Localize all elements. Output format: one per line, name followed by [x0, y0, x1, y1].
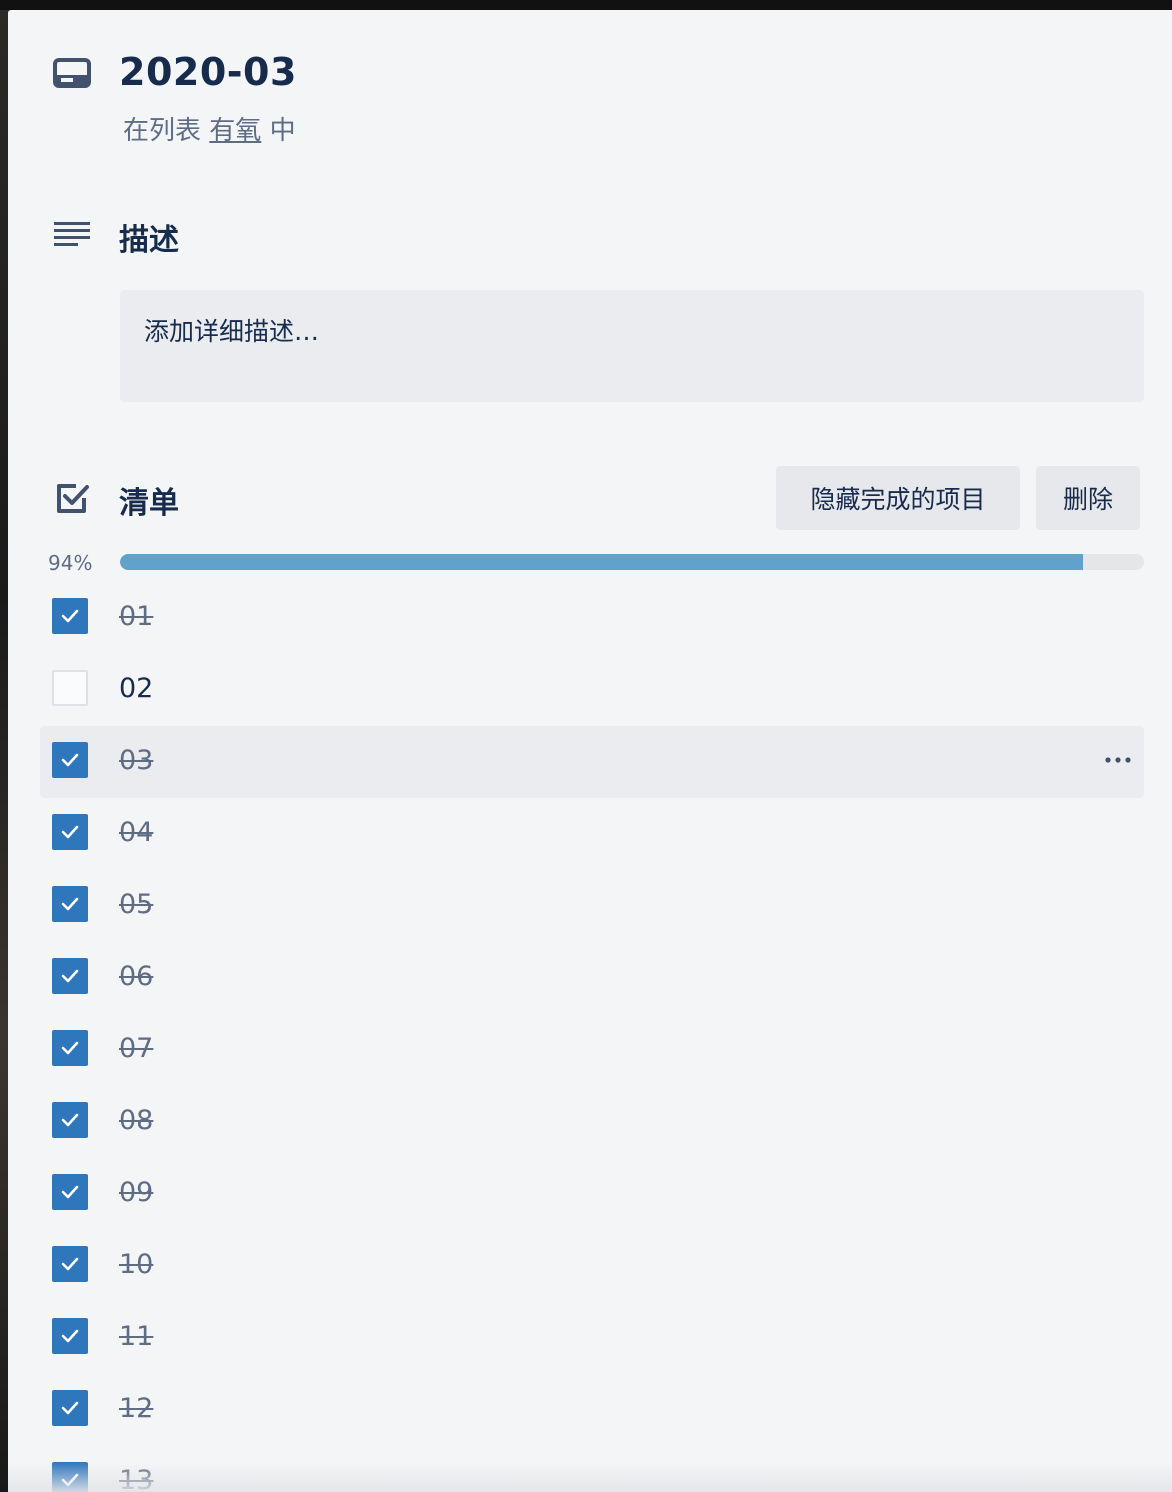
checklist-item-label[interactable]: 01	[119, 599, 153, 635]
card-list-info: 在列表 有氧 中	[123, 110, 296, 147]
checklist-item-label[interactable]: 13	[119, 1463, 153, 1492]
checkbox-checked[interactable]	[52, 742, 88, 778]
checklist-item-label[interactable]: 11	[119, 1319, 153, 1355]
checklist-item-label[interactable]: 03	[119, 743, 153, 779]
checkbox-checked[interactable]	[52, 1246, 88, 1282]
card-icon	[52, 54, 92, 94]
progress-percent: 94%	[48, 551, 93, 575]
check-icon	[61, 753, 79, 767]
checklist-item[interactable]: 04	[40, 798, 1144, 870]
checkbox-checked[interactable]	[52, 598, 88, 634]
more-options-icon[interactable]	[1104, 746, 1132, 774]
checklist-item-label[interactable]: 12	[119, 1391, 153, 1427]
checkbox-checked[interactable]	[52, 814, 88, 850]
checkbox-checked[interactable]	[52, 1318, 88, 1354]
check-icon	[61, 1185, 79, 1199]
check-icon	[61, 969, 79, 983]
check-icon	[61, 609, 79, 623]
check-icon	[61, 1113, 79, 1127]
checklist-item[interactable]: 11	[40, 1302, 1144, 1374]
window-top-edge	[0, 0, 1172, 10]
check-icon	[61, 897, 79, 911]
checkbox-unchecked[interactable]	[52, 670, 88, 706]
checklist-item-label[interactable]: 06	[119, 959, 153, 995]
checklist-item-label[interactable]: 02	[119, 671, 153, 707]
check-icon	[61, 1257, 79, 1271]
checklist-item[interactable]: 13	[40, 1446, 1144, 1492]
list-suffix: 中	[269, 116, 296, 146]
check-icon	[61, 1041, 79, 1055]
check-icon	[61, 1401, 79, 1415]
checkbox-checked[interactable]	[52, 958, 88, 994]
checklist-item-label[interactable]: 10	[119, 1247, 153, 1283]
progress-bar-fill	[120, 554, 1083, 570]
checklist-item[interactable]: 01	[40, 582, 1144, 654]
hide-completed-button[interactable]: 隐藏完成的项目	[776, 466, 1020, 530]
checklist-item[interactable]: 07	[40, 1014, 1144, 1086]
description-input[interactable]: 添加详细描述…	[120, 290, 1144, 402]
card-detail-panel: 2020-03 在列表 有氧 中 描述 添加详细描述… 清单 隐藏完成的项目 删…	[8, 10, 1172, 1492]
checkbox-checked[interactable]	[52, 1102, 88, 1138]
checklist-item[interactable]: 02	[40, 654, 1144, 726]
check-icon	[61, 1473, 79, 1487]
description-heading: 描述	[119, 223, 179, 258]
checklist-heading[interactable]: 清单	[119, 478, 179, 522]
check-icon	[61, 1329, 79, 1343]
checklist-item-label[interactable]: 05	[119, 887, 153, 923]
checklist-item[interactable]: 03	[40, 726, 1144, 798]
checklist-item[interactable]: 10	[40, 1230, 1144, 1302]
checklist-item-label[interactable]: 04	[119, 815, 153, 851]
checkbox-checked[interactable]	[52, 1174, 88, 1210]
check-icon	[61, 825, 79, 839]
checklist-item[interactable]: 06	[40, 942, 1144, 1014]
checkbox-checked[interactable]	[52, 886, 88, 922]
checklist-icon	[52, 478, 92, 518]
checkbox-checked[interactable]	[52, 1390, 88, 1426]
list-prefix: 在列表	[123, 116, 202, 146]
list-name-link[interactable]: 有氧	[209, 116, 261, 146]
checklist-item[interactable]: 09	[40, 1158, 1144, 1230]
checkbox-checked[interactable]	[52, 1462, 88, 1492]
card-title[interactable]: 2020-03	[119, 50, 297, 94]
checkbox-checked[interactable]	[52, 1030, 88, 1066]
checklist-item-label[interactable]: 07	[119, 1031, 153, 1067]
checklist-item-label[interactable]: 09	[119, 1175, 153, 1211]
progress-bar	[120, 554, 1144, 570]
checklist-item-label[interactable]: 08	[119, 1103, 153, 1139]
checklist-item[interactable]: 08	[40, 1086, 1144, 1158]
checklist-items: 01 02 03 04 05 06 07 08 09 10 11 12 13	[40, 582, 1144, 1492]
description-icon	[52, 215, 92, 255]
checklist-item[interactable]: 12	[40, 1374, 1144, 1446]
delete-checklist-button[interactable]: 删除	[1036, 466, 1140, 530]
checklist-item[interactable]: 05	[40, 870, 1144, 942]
